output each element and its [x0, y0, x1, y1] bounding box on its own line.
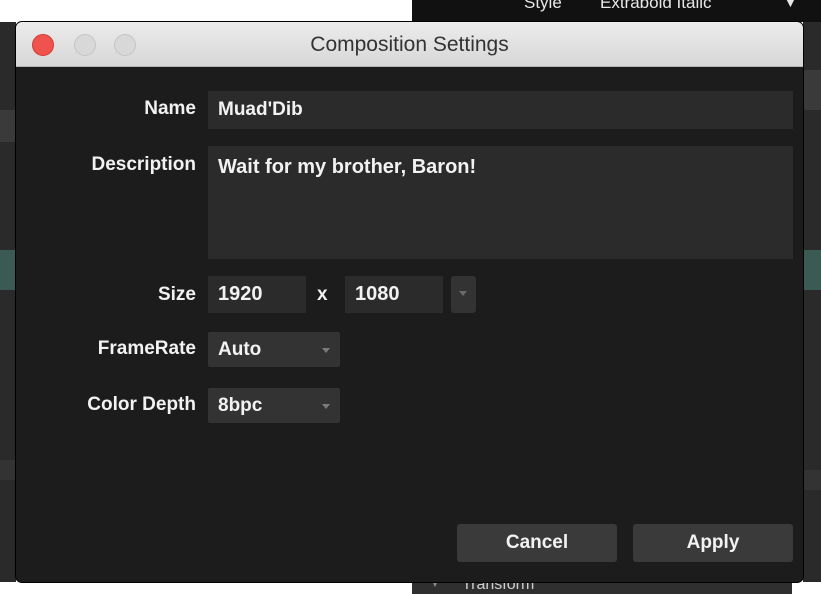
- height-field[interactable]: 1080: [345, 276, 443, 313]
- background-right-strip: [803, 470, 821, 490]
- background-style-bar: Style Extrabold Italic ▼: [412, 0, 821, 22]
- background-left-strip: [0, 110, 16, 142]
- background-left-strip: [0, 250, 16, 290]
- width-field[interactable]: 1920: [208, 276, 306, 313]
- framerate-value: Auto: [218, 339, 262, 360]
- disclosure-triangle-icon[interactable]: ▼: [430, 582, 440, 590]
- color-depth-select[interactable]: 8bpc: [208, 388, 340, 423]
- color-depth-label: Color Depth: [87, 394, 196, 415]
- dialog-title: Composition Settings: [310, 33, 509, 56]
- background-right-strip: [803, 250, 821, 290]
- description-label: Description: [91, 154, 196, 175]
- size-separator: x: [317, 284, 328, 305]
- color-depth-value: 8bpc: [218, 395, 263, 416]
- titlebar: Composition Settings: [16, 22, 803, 67]
- background-style-value[interactable]: Extrabold Italic: [600, 0, 712, 18]
- background-transform-label: Transform: [462, 582, 535, 593]
- background-left-panel: [0, 22, 16, 582]
- cancel-button[interactable]: Cancel: [457, 524, 617, 562]
- name-label: Name: [144, 98, 196, 119]
- background-right-strip: [803, 70, 821, 110]
- apply-button[interactable]: Apply: [633, 524, 793, 562]
- chevron-down-icon: [322, 404, 330, 409]
- size-label: Size: [157, 284, 196, 305]
- background-style-label: Style: [524, 0, 562, 12]
- chevron-down-icon: [322, 348, 330, 353]
- framerate-label: FrameRate: [97, 338, 196, 359]
- description-field[interactable]: Wait for my brother, Baron!: [208, 146, 793, 259]
- chevron-down-icon[interactable]: ▼: [784, 0, 797, 18]
- name-field[interactable]: Muad'Dib: [208, 91, 793, 129]
- framerate-select[interactable]: Auto: [208, 332, 340, 367]
- composition-settings-dialog: Composition Settings Name Muad'Dib Descr…: [16, 22, 803, 582]
- background-transform-row: ▼ Transform: [412, 582, 792, 594]
- chevron-down-icon: [459, 291, 467, 296]
- size-preset-dropdown[interactable]: [451, 276, 476, 313]
- background-left-strip: [0, 460, 16, 480]
